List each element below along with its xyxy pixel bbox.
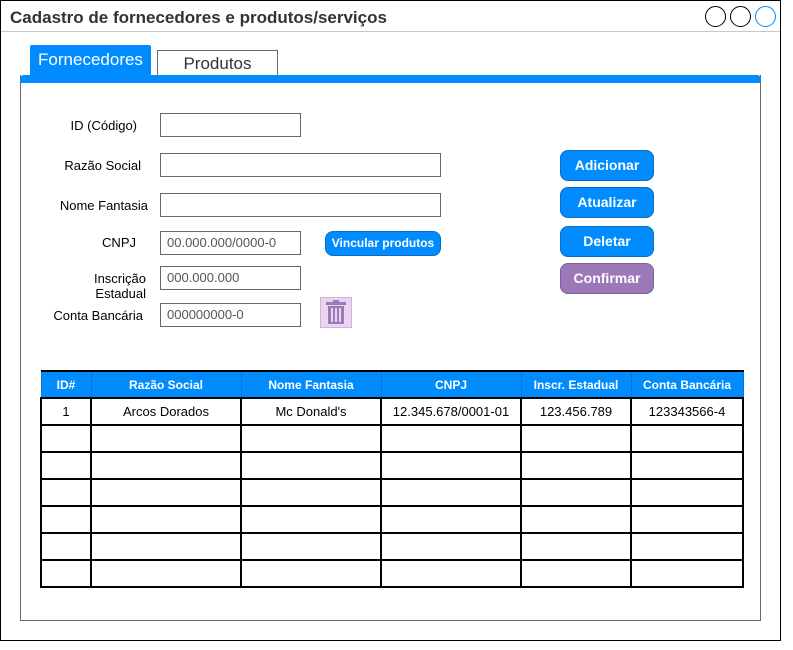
table-cell	[630, 559, 744, 588]
table-cell	[380, 478, 522, 507]
window-control-icon[interactable]	[705, 6, 726, 27]
column-header-id[interactable]: ID#	[40, 370, 92, 399]
table-cell	[240, 424, 382, 453]
table-cell	[630, 532, 744, 561]
table-cell	[380, 532, 522, 561]
column-header-nome-fantasia[interactable]: Nome Fantasia	[240, 370, 382, 399]
table-row[interactable]	[40, 451, 744, 480]
table-cell	[90, 451, 242, 480]
table-cell: 123.456.789	[520, 397, 632, 426]
atualizar-button[interactable]: Atualizar	[560, 187, 654, 218]
table-cell	[240, 451, 382, 480]
razao-social-label: Razão Social	[64, 158, 141, 173]
table-cell	[520, 451, 632, 480]
vincular-produtos-button[interactable]: Vincular produtos	[325, 231, 441, 256]
table-cell	[90, 505, 242, 534]
table-cell	[240, 559, 382, 588]
column-header-razao-social[interactable]: Razão Social	[90, 370, 242, 399]
table-cell	[40, 505, 92, 534]
table-header-row: ID# Razão Social Nome Fantasia CNPJ Insc…	[40, 370, 744, 399]
table-cell: 123343566-4	[630, 397, 744, 426]
table-cell	[40, 424, 92, 453]
column-header-inscr-estadual[interactable]: Inscr. Estadual	[520, 370, 632, 399]
table-cell	[630, 424, 744, 453]
window-control-icon[interactable]	[730, 6, 751, 27]
conta-bancaria-label: Conta Bancária	[53, 308, 143, 323]
table-cell: Arcos Dorados	[90, 397, 242, 426]
table-cell	[630, 478, 744, 507]
conta-bancaria-field[interactable]: 000000000-0	[160, 303, 301, 327]
table-cell	[240, 505, 382, 534]
nome-fantasia-field[interactable]	[160, 193, 441, 217]
table-cell	[90, 424, 242, 453]
table-row[interactable]	[40, 559, 744, 588]
id-field[interactable]	[160, 113, 301, 137]
trash-button[interactable]	[320, 297, 352, 328]
razao-social-field[interactable]	[160, 153, 441, 177]
tab-produtos[interactable]: Produtos	[157, 50, 278, 76]
nome-fantasia-label: Nome Fantasia	[59, 198, 148, 213]
table-cell	[40, 451, 92, 480]
deletar-button[interactable]: Deletar	[560, 226, 654, 257]
table-cell	[240, 532, 382, 561]
table-cell	[90, 559, 242, 588]
table-cell	[630, 505, 744, 534]
confirmar-button[interactable]: Confirmar	[560, 263, 654, 294]
adicionar-button[interactable]: Adicionar	[560, 150, 654, 181]
table-cell	[380, 424, 522, 453]
table-cell	[240, 478, 382, 507]
table-cell	[380, 559, 522, 588]
table-cell	[90, 532, 242, 561]
tab-panel-header-bar	[20, 75, 761, 83]
cnpj-label: CNPJ	[102, 235, 136, 250]
table-row[interactable]: 1 Arcos Dorados Mc Donald's 12.345.678/0…	[40, 397, 744, 426]
table-row[interactable]	[40, 505, 744, 534]
id-label: ID (Código)	[70, 118, 137, 133]
table-cell	[520, 532, 632, 561]
table-cell	[520, 478, 632, 507]
table-cell	[380, 505, 522, 534]
inscricao-estadual-field[interactable]: 000.000.000	[160, 266, 301, 290]
inscricao-estadual-label: Inscrição Estadual	[93, 271, 146, 301]
table-cell: 1	[40, 397, 92, 426]
table-row[interactable]	[40, 424, 744, 453]
window-control-icon[interactable]	[755, 6, 776, 27]
fornecedores-table: ID# Razão Social Nome Fantasia CNPJ Insc…	[40, 370, 744, 588]
table-row[interactable]	[40, 532, 744, 561]
column-header-conta-bancaria[interactable]: Conta Bancária	[630, 370, 744, 399]
table-cell	[380, 451, 522, 480]
column-header-cnpj[interactable]: CNPJ	[380, 370, 522, 399]
table-cell	[520, 424, 632, 453]
table-cell: 12.345.678/0001-01	[380, 397, 522, 426]
table-cell	[520, 505, 632, 534]
cnpj-field[interactable]: 00.000.000/0000-0	[160, 231, 301, 255]
trash-icon	[326, 300, 346, 324]
table-cell	[40, 532, 92, 561]
table-cell	[520, 559, 632, 588]
table-row[interactable]	[40, 478, 744, 507]
tab-fornecedores[interactable]: Fornecedores	[30, 45, 151, 78]
title-bar: Cadastro de fornecedores e produtos/serv…	[1, 1, 780, 32]
table-cell	[40, 559, 92, 588]
table-cell: Mc Donald's	[240, 397, 382, 426]
window-title: Cadastro de fornecedores e produtos/serv…	[10, 8, 387, 27]
table-cell	[90, 478, 242, 507]
table-cell	[630, 451, 744, 480]
table-cell	[40, 478, 92, 507]
